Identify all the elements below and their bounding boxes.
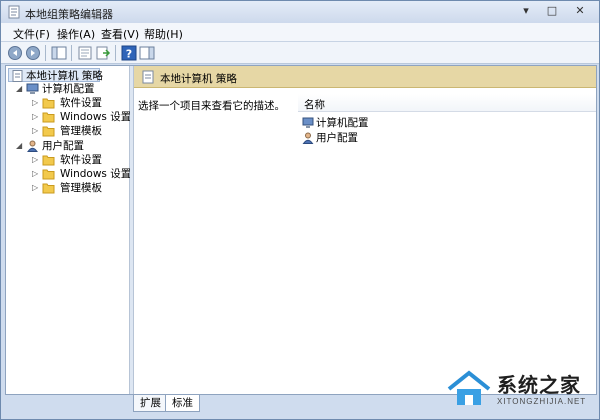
user-icon — [302, 132, 314, 144]
toolbar-separator — [115, 45, 116, 61]
column-header-label: 名称 — [304, 99, 325, 111]
tree-item-label: Windows 设置 — [60, 111, 132, 123]
folder-icon — [42, 126, 55, 137]
user-icon — [27, 140, 38, 152]
menu-file[interactable]: 文件(F) — [13, 26, 50, 42]
close-button[interactable]: ✕ — [565, 2, 595, 20]
collapsed-arrow-icon[interactable]: ▷ — [32, 110, 40, 124]
export-list-icon[interactable] — [95, 45, 111, 61]
folder-icon — [42, 98, 55, 109]
tree-item-label: 管理模板 — [60, 182, 102, 194]
toolbar-separator — [71, 45, 72, 61]
menu-help[interactable]: 帮助(H) — [144, 26, 183, 42]
tree-item-windows-settings[interactable]: ▷ Windows 设置 — [6, 167, 131, 181]
tree-item-label: 管理模板 — [60, 125, 102, 137]
policy-document-icon — [12, 70, 23, 82]
tree-item-label: Windows 设置 — [60, 168, 132, 180]
expanded-arrow-icon[interactable]: ◢ — [16, 82, 24, 96]
site-watermark: 系统之家 XITONGZHIJIA.NET — [439, 361, 599, 419]
column-header-name[interactable]: 名称 — [298, 94, 596, 112]
details-header: 本地计算机 策略 — [134, 66, 596, 88]
toolbar: ? — [1, 42, 599, 64]
expanded-arrow-icon[interactable]: ◢ — [16, 139, 24, 153]
tree-item-label: 软件设置 — [60, 97, 102, 109]
show-hide-tree-icon[interactable] — [51, 45, 67, 61]
collapsed-arrow-icon[interactable]: ▷ — [32, 124, 40, 138]
house-logo-icon — [447, 370, 491, 405]
folder-icon — [42, 155, 55, 166]
collapsed-arrow-icon[interactable]: ▷ — [32, 153, 40, 167]
folder-icon — [42, 183, 55, 194]
tree-item-admin-templates[interactable]: ▷ 管理模板 — [6, 124, 126, 138]
show-hide-action-pane-icon[interactable] — [139, 45, 155, 61]
list-item-label: 计算机配置 — [316, 117, 369, 129]
tree-item-computer-config[interactable]: ◢ 计算机配置 — [6, 82, 126, 96]
collapsed-arrow-icon[interactable]: ▷ — [32, 96, 40, 110]
tree-item-software-settings[interactable]: ▷ 软件设置 — [6, 96, 126, 110]
tree-item-software-settings[interactable]: ▷ 软件设置 — [6, 153, 126, 167]
help-icon[interactable]: ? — [121, 45, 137, 61]
menu-view[interactable]: 查看(V) — [101, 26, 139, 42]
watermark-text: 系统之家 — [497, 373, 581, 397]
content-area: 本地计算机 策略 ◢ 计算机配置 ▷ 软件设置 ▷ Windows 设置 ▷ 管… — [5, 65, 597, 395]
window-title: 本地组策略编辑器 — [25, 8, 113, 21]
tree-item-user-config[interactable]: ◢ 用户配置 — [6, 139, 126, 153]
menu-bar: 文件(F) 操作(A) 查看(V) 帮助(H) — [1, 23, 599, 42]
main-window: 本地组策略编辑器 ▾ □ ✕ 文件(F) 操作(A) 查看(V) 帮助(H) ?… — [0, 0, 600, 420]
tree-item-label: 软件设置 — [60, 154, 102, 166]
details-header-title: 本地计算机 策略 — [160, 73, 237, 85]
toolbar-separator — [45, 45, 46, 61]
back-icon[interactable] — [7, 45, 23, 61]
policy-document-icon — [142, 70, 154, 84]
title-bar[interactable]: 本地组策略编辑器 ▾ □ ✕ — [1, 1, 599, 23]
items-list[interactable]: 名称 计算机配置 用户配置 — [298, 94, 596, 364]
watermark-subtext: XITONGZHIJIA.NET — [497, 397, 587, 406]
maximize-button[interactable]: □ — [539, 2, 565, 20]
tree-item-windows-settings[interactable]: ▷ Windows 设置 — [6, 110, 131, 124]
forward-icon[interactable] — [25, 45, 41, 61]
folder-icon — [42, 169, 55, 180]
tree-item-admin-templates[interactable]: ▷ 管理模板 — [6, 181, 126, 195]
minimize-button[interactable]: ▾ — [513, 2, 539, 20]
collapsed-arrow-icon[interactable]: ▷ — [32, 181, 40, 195]
description-text: 选择一个项目来查看它的描述。 — [138, 100, 285, 112]
tab-extended[interactable]: 扩展 — [133, 395, 168, 412]
folder-icon — [42, 112, 55, 123]
tab-standard[interactable]: 标准 — [165, 395, 200, 412]
menu-action[interactable]: 操作(A) — [57, 26, 95, 42]
properties-icon[interactable] — [77, 45, 93, 61]
tree-item-label: 用户配置 — [42, 140, 84, 152]
details-pane: 本地计算机 策略 选择一个项目来查看它的描述。 名称 计算机配置 用户配置 — [134, 66, 596, 394]
computer-icon — [26, 83, 39, 94]
tree-item-label: 本地计算机 策略 — [26, 70, 103, 82]
computer-icon — [302, 117, 314, 128]
policy-app-icon — [8, 5, 20, 19]
tree-item-label: 计算机配置 — [42, 83, 95, 95]
list-item-label: 用户配置 — [316, 132, 358, 144]
collapsed-arrow-icon[interactable]: ▷ — [32, 167, 40, 181]
tree-pane[interactable]: 本地计算机 策略 ◢ 计算机配置 ▷ 软件设置 ▷ Windows 设置 ▷ 管… — [6, 66, 131, 394]
svg-text:?: ? — [126, 48, 132, 61]
tree-item-root[interactable]: 本地计算机 策略 — [8, 68, 103, 82]
